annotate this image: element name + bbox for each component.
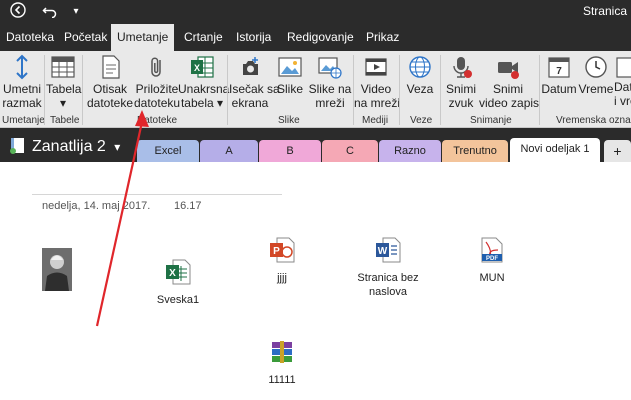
section-tab-excel[interactable]: Excel [137, 140, 199, 162]
online-pictures-button[interactable]: Slike na mreži [308, 54, 352, 110]
file-attachment-excel[interactable]: X Sveska1 [148, 258, 208, 307]
title-underline [32, 194, 282, 195]
svg-text:X: X [169, 268, 176, 279]
ribbon: Umetni razmak Umetanje Tabela ▾ Tabele O… [0, 51, 631, 128]
date-button[interactable]: 7 Datum [540, 54, 578, 96]
file-printout-button[interactable]: Otisak datoteke [85, 54, 135, 110]
paperclip-icon [151, 57, 161, 77]
photo-image[interactable] [42, 248, 72, 291]
ribbon-separator [82, 55, 83, 125]
add-section-button[interactable]: + [604, 140, 631, 162]
notebook-icon [10, 138, 24, 154]
title-bar: ▾ Stranica [0, 0, 631, 24]
screen-clipping-button[interactable]: Isečak sa ekrana [229, 54, 280, 110]
section-tab-b[interactable]: B [259, 140, 321, 162]
pdf-file-icon: PDF [481, 237, 503, 263]
ribbon-separator [399, 55, 400, 125]
spreadsheet-button[interactable]: X Unakrsna tabela ▾ [178, 54, 229, 110]
file-attachment-word[interactable]: W Stranica bez naslova [348, 236, 428, 299]
group-label-tabele: Tabele [50, 115, 80, 126]
tab-pocetak[interactable]: Početak [58, 24, 113, 51]
link-button[interactable]: Veza [402, 54, 438, 96]
attach-file-button[interactable]: Priložite datoteku [134, 54, 180, 110]
excel-file-icon: X [166, 259, 191, 285]
file-attachment-powerpoint[interactable]: P jjjj [252, 236, 312, 285]
file-printout-icon [102, 55, 120, 79]
ribbon-tabs: Datoteka Početak Umetanje Crtanje Istori… [0, 24, 631, 52]
section-tab-novi-odeljak[interactable]: Novi odeljak 1 [510, 138, 600, 162]
powerpoint-file-icon: P [270, 237, 295, 263]
ribbon-separator [44, 55, 45, 125]
tab-redigovanje[interactable]: Redigovanje [281, 24, 360, 51]
online-picture-icon [318, 57, 342, 79]
svg-text:P: P [273, 246, 280, 257]
group-label-datoteke: Datoteke [137, 115, 178, 126]
excel-icon: X [191, 56, 214, 78]
tab-prikaz[interactable]: Prikaz [360, 24, 405, 51]
ribbon-separator [227, 55, 228, 125]
section-bar: Zanatlija 2 ▾ Excel A B C Razno Trenutno… [0, 128, 631, 162]
time-button[interactable]: Vreme [578, 54, 614, 96]
undo-icon[interactable] [40, 2, 60, 22]
table-icon [51, 56, 75, 78]
record-video-button[interactable]: Snimi video zapis [479, 54, 539, 110]
archive-file-icon [272, 341, 292, 363]
group-label-snimanje: Snimanje [470, 115, 512, 126]
calendar-clock-icon [616, 57, 631, 78]
svg-text:7: 7 [556, 66, 562, 77]
group-label-vremenska: Vremenska ozna [556, 115, 631, 126]
picture-icon [278, 57, 302, 77]
tab-umetanje[interactable]: Umetanje [111, 24, 175, 52]
insert-space-icon [16, 54, 28, 80]
notebook-selector[interactable]: Zanatlija 2 ▾ [8, 136, 120, 156]
tab-datoteka[interactable]: Datoteka [0, 24, 60, 51]
tab-istorija[interactable]: Istorija [230, 24, 277, 51]
group-label-slike: Slike [278, 115, 300, 126]
tab-crtanje[interactable]: Crtanje [178, 24, 229, 51]
date-time-button[interactable]: Datum i vre [614, 54, 631, 108]
film-icon [365, 58, 387, 76]
page-date: nedelja, 14. maj 2017. [42, 200, 151, 212]
notebook-title: Zanatlija 2 [32, 138, 106, 155]
file-attachment-pdf[interactable]: PDF MUN [462, 236, 522, 285]
online-video-button[interactable]: Video na mreži [354, 54, 400, 110]
calendar-icon: 7 [548, 57, 570, 78]
dropdown-icon[interactable]: ▾ [66, 2, 86, 22]
ribbon-separator [440, 55, 441, 125]
file-attachment-archive[interactable]: 11111 [252, 338, 312, 387]
table-button[interactable]: Tabela ▾ [46, 54, 81, 110]
video-camera-icon [498, 62, 519, 79]
page-time: 16.17 [174, 200, 202, 212]
group-label-veze: Veze [410, 115, 433, 126]
group-label-mediji: Mediji [362, 115, 389, 126]
insert-space-button[interactable]: Umetni razmak [2, 54, 42, 110]
screen-clipping-icon [243, 57, 258, 75]
chevron-down-icon: ▾ [114, 140, 121, 154]
svg-text:PDF: PDF [486, 256, 498, 262]
section-tab-razno[interactable]: Razno [379, 140, 441, 162]
group-label-umetanje: Umetanje [2, 115, 45, 126]
pictures-button[interactable]: Slike [273, 54, 307, 96]
back-icon[interactable] [8, 2, 28, 22]
word-file-icon: W [376, 237, 401, 263]
globe-link-icon [409, 56, 431, 78]
section-tab-trenutno[interactable]: Trenutno [442, 140, 508, 162]
clock-icon [585, 56, 607, 78]
section-tab-a[interactable]: A [200, 140, 258, 162]
page-canvas[interactable]: nedelja, 14. maj 2017. 16.17 X Sveska1 P… [0, 162, 631, 400]
window-title: Stranica [582, 4, 627, 18]
microphone-icon [453, 57, 472, 78]
svg-text:W: W [378, 246, 388, 257]
section-tab-c[interactable]: C [322, 140, 378, 162]
record-audio-button[interactable]: Snimi zvuk [443, 54, 479, 110]
svg-text:X: X [194, 63, 200, 73]
